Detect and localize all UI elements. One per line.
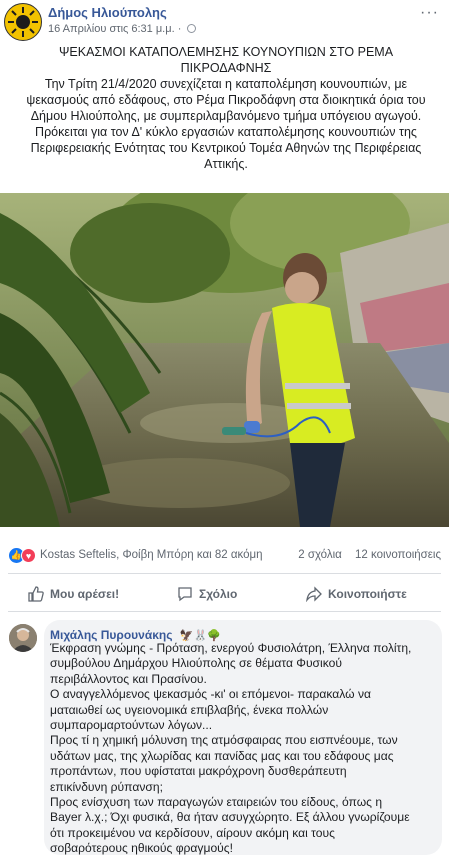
sun-logo-icon xyxy=(6,5,40,39)
more-options-icon[interactable]: ··· xyxy=(420,4,439,22)
comment-line: επικίνδυνη ρύπανση; xyxy=(50,779,163,794)
post-header: Δήμος Ηλιούπολης 16 Απριλίου στις 6:31 μ… xyxy=(0,0,449,41)
post-text-line: Δήμου Ηλιούπολης, με συμπεριλαμβανόμενο … xyxy=(30,109,422,123)
divider xyxy=(8,573,441,574)
comment-button[interactable]: Σχόλιο xyxy=(177,580,237,608)
page-avatar[interactable] xyxy=(4,3,42,41)
post-text-line: Αττικής. xyxy=(204,157,248,171)
like-label: Μου αρέσει! xyxy=(50,587,120,601)
post-counts: 2 σχόλια 12 κοινοποιήσεις xyxy=(288,549,441,561)
comment-line: Bayer λ.χ.; Όχι φυσικά, θα ήταν ασυγχώρη… xyxy=(50,810,410,825)
globe-icon xyxy=(187,24,197,33)
post-photo[interactable] xyxy=(0,193,449,527)
comment-line: προπάντων, που υφίσταται μακρόχρονη δυσθ… xyxy=(50,764,347,779)
page-name-link[interactable]: Δήμος Ηλιούπολης xyxy=(48,5,167,20)
comment-body: Έκφραση γνώμης - Πρόταση, ενεργού Φυσιολ… xyxy=(50,641,418,857)
comment-line: συμβούλου Δημάρχου Ηλιούπολης σε θέματα … xyxy=(50,656,342,671)
share-button[interactable]: Κοινοποιήστε xyxy=(306,580,407,608)
stream-spraying-photo xyxy=(0,193,449,527)
post-text-line: ΨΕΚΑΣΜΟΙ ΚΑΤΑΠΟΛΕΜΗΣΗΣ ΚΟΥΝΟΥΠΙΩΝ ΣΤΟ ΡΕ… xyxy=(58,45,394,59)
timestamp-text[interactable]: 16 Απριλίου στις 6:31 μ.μ. xyxy=(48,23,175,35)
comment-line: ότι προκειμένου να κερδίσουν, αίρουν ακό… xyxy=(50,825,335,840)
commenter-avatar[interactable] xyxy=(9,624,37,652)
thumbs-up-icon xyxy=(28,586,44,602)
love-reaction-icon[interactable]: ♥ xyxy=(21,548,36,563)
post-text-line: Την Τρίτη 21/4/2020 συνεχίζεται η καταπο… xyxy=(44,77,408,91)
comment-author[interactable]: Μιχάλης Πυρουνάκης 🦅🐰🌳 xyxy=(50,628,221,642)
comment-line: Προς ενίσχυση των παραγωγών εταιρειών το… xyxy=(50,795,383,810)
comment-line: περιβάλλοντος και Πρασίνου. xyxy=(50,671,207,686)
like-button[interactable]: Μου αρέσει! xyxy=(28,580,119,608)
comment-line: Ο αναγγελλόμενος ψεκασμός -κι' οι επόμεν… xyxy=(50,687,371,702)
comments-count-link[interactable]: 2 σχόλια xyxy=(298,549,342,561)
reactions-bar: 👍 ♥ Kostas Seftelis, Φοίβη Μπόρη και 82 … xyxy=(0,545,449,567)
shares-count-link[interactable]: 12 κοινοποιήσεις xyxy=(355,549,441,561)
post-timestamp[interactable]: 16 Απριλίου στις 6:31 μ.μ. · xyxy=(48,23,197,35)
person-photo-icon xyxy=(9,624,37,652)
comment-line: συμπαρομαρτούντων λόγων... xyxy=(50,718,213,733)
post-text: ΨΕΚΑΣΜΟΙ ΚΑΤΑΠΟΛΕΜΗΣΗΣ ΚΟΥΝΟΥΠΙΩΝ ΣΤΟ ΡΕ… xyxy=(10,44,442,172)
comment-line: σοβαρότερους ηθικούς φραγμούς! xyxy=(50,841,233,856)
comment: Μιχάλης Πυρουνάκης 🦅🐰🌳 Έκφραση γνώμης - … xyxy=(0,620,449,855)
divider xyxy=(8,611,441,612)
share-label: Κοινοποιήστε xyxy=(328,587,407,601)
comment-label: Σχόλιο xyxy=(199,587,238,601)
post-text-line: ΠΙΚΡΟΔΑΦΝΗΣ xyxy=(180,61,272,75)
speech-bubble-icon xyxy=(178,587,192,602)
comment-line: υδάτων μας, της χλωρίδας και πανίδας μας… xyxy=(50,748,394,763)
comment-line: Προς τί η χημική μόλυνση της ατμόσφαιρας… xyxy=(50,733,398,748)
comment-author-name[interactable]: Μιχάλης Πυρουνάκης xyxy=(50,628,172,642)
share-arrow-icon xyxy=(306,586,322,602)
separator-dot: · xyxy=(177,23,182,35)
post-text-line: ψεκασμούς από εδάφους, στο Ρέμα Πικροδάφ… xyxy=(26,93,426,107)
reactors-link[interactable]: Kostas Seftelis, Φοίβη Μπόρη και 82 ακόμ… xyxy=(40,549,263,561)
comment-line: ματαιωθεί ως υγειονομικά επιβλαβής, ένεκ… xyxy=(50,702,329,717)
post-actions: Μου αρέσει! Σχόλιο Κοινοποιήστε xyxy=(0,580,449,608)
post-text-line: Πρόκειται για τον Δ' κύκλο εργασιών κατα… xyxy=(35,125,417,139)
post-text-line: Περιφερειακής Ενότητας του Κεντρικού Τομ… xyxy=(30,141,422,155)
comment-line: Έκφραση γνώμης - Πρόταση, ενεργού Φυσιολ… xyxy=(50,641,412,655)
